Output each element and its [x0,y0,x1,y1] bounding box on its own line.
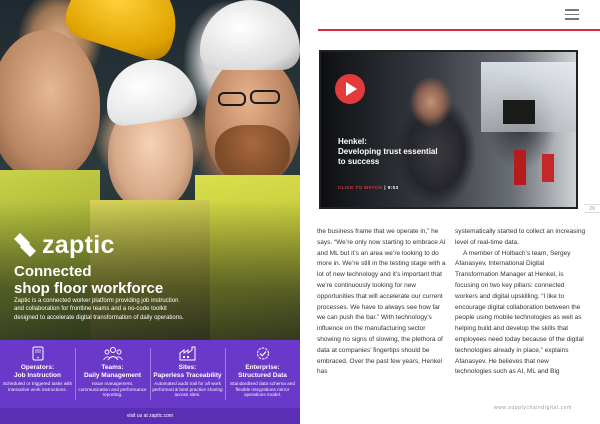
feature-title-4b: Structured Data [238,371,287,379]
click-to-watch-link[interactable]: CLICK TO WATCH | 9:03 [338,185,398,190]
video-title: Henkel: Developing trust essential to su… [338,137,498,167]
headline-line-1: Connected [14,263,92,280]
worker-left-photo [0,30,100,180]
video-background-monitor [503,100,535,124]
feature-title-4a: Enterprise: [245,364,280,371]
video-thumbnail[interactable]: Henkel: Developing trust essential to su… [319,50,578,209]
video-red-chair [542,154,554,182]
feature-sites: Sites: Paperless Traceability Automated … [150,340,225,408]
check-gear-icon [256,347,269,360]
article-paragraph: A member of Holbach’s team, Sergey Afana… [455,249,584,376]
feature-title-2a: Teams: [101,364,124,371]
glasses-left-lens [218,92,246,106]
magazine-spread: zaptic Connected shop floor workforce Za… [0,0,600,424]
article-column-2: systematically started to collect an inc… [455,227,587,378]
ad-lead-text: Zaptic is a connected worker platform pr… [14,298,184,321]
feature-desc-3: Automated audit trail for all work perfo… [152,381,223,398]
factory-icon [179,346,195,361]
ad-footer-link[interactable]: visit us at zaptic.com [0,408,300,424]
video-title-line-3: to success [338,157,380,166]
feature-title-3b: Paperless Traceability [153,371,222,379]
feature-title-1b: Job Instruction [14,371,61,379]
ad-headline: Connected shop floor workforce [14,263,289,297]
feature-teams: Teams: Daily Management Issue management… [75,340,150,408]
video-title-line-1: Henkel: [338,137,367,146]
header-red-rule [318,29,600,31]
feature-title-3a: Sites: [178,364,197,371]
feature-operators: Operators: Job Instruction Scheduled or … [0,340,75,408]
headline-line-2: shop floor workforce [14,280,164,297]
site-url[interactable]: www.supplychaindigital.com [494,405,572,411]
zaptic-logo-icon [14,233,36,257]
team-icon [102,347,123,361]
white-hard-hat-center [101,54,199,128]
video-red-chair [514,150,526,185]
glasses-right-lens [250,90,280,104]
article-paragraph: systematically started to collect an inc… [455,228,586,246]
zaptic-logo: zaptic [14,231,115,259]
feature-title-2b: Daily Management [83,371,142,379]
video-title-line-2: Developing trust essential [338,147,438,156]
video-duration: 9:03 [387,185,399,190]
brand-name: zaptic [42,230,115,259]
feature-enterprise: Enterprise: Structured Data Standardised… [225,340,300,408]
article-column-1: the business frame that we operate in,” … [317,227,449,378]
meta-separator: | [384,185,386,190]
zaptic-advertisement[interactable]: zaptic Connected shop floor workforce Za… [0,0,300,424]
tablet-icon [32,346,43,361]
feature-desc-1: Scheduled or triggered tasks with intera… [2,381,73,392]
feature-desc-4: Standardised data schema and flexible in… [230,381,295,398]
article-paragraph: the business frame that we operate in,” … [317,228,446,376]
feature-band: Operators: Job Instruction Scheduled or … [0,340,300,408]
white-hard-hat-right [200,0,300,70]
hamburger-menu-icon[interactable] [565,9,579,20]
feature-desc-2: Issue management, communication and perf… [78,381,147,398]
feature-title-1a: Operators: [20,364,55,371]
page-number: 29 [584,204,600,213]
play-button-icon[interactable] [335,74,365,104]
watch-cta: CLICK TO WATCH [338,185,383,190]
